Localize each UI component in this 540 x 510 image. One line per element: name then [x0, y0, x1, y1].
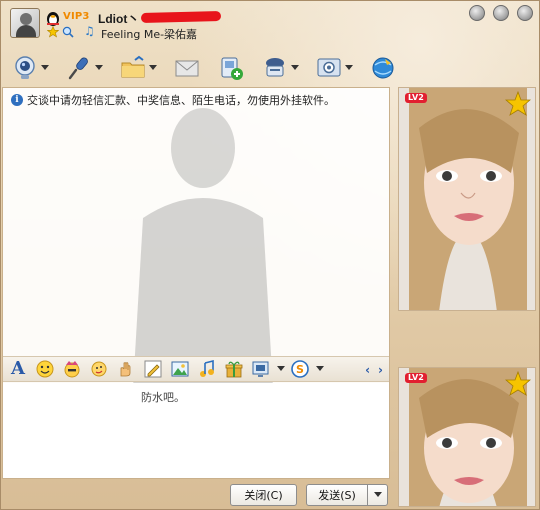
soso-search-button[interactable]: S: [289, 358, 311, 380]
folder-icon: [121, 55, 145, 78]
chat-toolbar: [9, 53, 399, 83]
chevron-down-icon: [149, 65, 157, 70]
security-notice: i 交谈中请勿轻信汇款、中奖信息、陌生电话，勿使用外挂软件。: [11, 92, 335, 108]
svg-text:S: S: [296, 363, 304, 376]
smiley-icon: [36, 360, 54, 378]
window-controls: [469, 5, 533, 21]
magic-face-icon: [64, 361, 80, 378]
sms-add-icon: [221, 57, 243, 80]
chevron-down-icon: [41, 65, 49, 70]
chevron-down-icon[interactable]: [277, 366, 285, 372]
qq-penguin-icon: [47, 12, 59, 26]
app-settings-button[interactable]: [313, 53, 355, 83]
contact-nickname: Ldiot丶: [98, 12, 140, 26]
message-input[interactable]: 防水吧。: [3, 383, 389, 478]
app-center-button[interactable]: [367, 53, 399, 83]
image-icon: [171, 361, 189, 377]
chevron-down-icon: [95, 65, 103, 70]
security-notice-text: 交谈中请勿轻信汇款、中奖信息、陌生电话，勿使用外挂软件。: [27, 94, 335, 107]
webcam-icon: [15, 56, 35, 79]
mail-button[interactable]: [171, 53, 203, 83]
contact-show-photo[interactable]: LV2: [398, 87, 536, 311]
screenshot-icon: [252, 361, 269, 377]
close-window-button[interactable]: [517, 5, 533, 21]
minimize-button[interactable]: [469, 5, 485, 21]
font-button[interactable]: A: [7, 358, 29, 380]
toolbar-scroll: ‹ ›: [365, 363, 383, 377]
gift-icon: [225, 361, 243, 378]
shake-face-icon: [91, 361, 107, 377]
level-badge: LV2: [405, 93, 427, 103]
graffiti-button[interactable]: [142, 358, 164, 380]
close-button[interactable]: 关闭(C): [230, 484, 297, 506]
chevron-down-icon: [373, 492, 382, 497]
chevron-down-icon: [345, 65, 353, 70]
own-show-photo[interactable]: LV2: [398, 367, 536, 507]
chevron-down-icon[interactable]: [316, 366, 324, 372]
remote-assist-button[interactable]: [259, 53, 301, 83]
app-settings-icon: [317, 58, 341, 77]
status-icons: [46, 25, 74, 38]
microphone-icon: [68, 57, 88, 80]
maximize-button[interactable]: [493, 5, 509, 21]
remote-assist-icon: [266, 58, 284, 77]
pencil-icon: [144, 360, 162, 378]
vip-badge: VIP3: [63, 11, 90, 22]
send-button[interactable]: 发送(S): [306, 484, 368, 506]
star-icon: [46, 25, 60, 38]
send-options-button[interactable]: [367, 484, 388, 506]
voice-button[interactable]: [63, 53, 105, 83]
magic-emoticon-button[interactable]: [61, 358, 83, 380]
message-input-text: 防水吧。: [141, 391, 185, 404]
star-badge-icon: [505, 91, 531, 116]
search-badge-icon: [62, 26, 74, 38]
hand-icon: [120, 362, 131, 377]
mail-icon: [175, 60, 199, 77]
music-button[interactable]: [196, 358, 218, 380]
contact-signature: Feeling Me-梁佑嘉: [101, 28, 198, 41]
music-note-icon: ♫: [84, 24, 95, 38]
music-icon: [200, 360, 214, 377]
globe-app-icon: [372, 57, 394, 79]
soso-icon: S: [291, 360, 309, 378]
chat-panel: i 交谈中请勿轻信汇款、中奖信息、陌生电话，勿使用外挂软件。 A S ‹ › 防…: [2, 87, 390, 479]
voice-message-button[interactable]: [115, 358, 137, 380]
font-icon: A: [11, 358, 25, 379]
webcam-button[interactable]: [9, 53, 51, 83]
redaction-mark: [140, 10, 222, 24]
gift-button[interactable]: [223, 358, 245, 380]
contact-avatar[interactable]: [10, 8, 40, 38]
shake-button[interactable]: [88, 358, 110, 380]
contact-portrait: [399, 88, 535, 310]
scroll-right-icon[interactable]: ›: [378, 363, 383, 377]
level-badge: LV2: [405, 373, 427, 383]
emoticon-button[interactable]: [34, 358, 56, 380]
send-file-button[interactable]: [117, 53, 159, 83]
chevron-down-icon: [291, 65, 299, 70]
screenshot-button[interactable]: [250, 358, 272, 380]
star-badge-icon: [505, 371, 531, 396]
info-icon: i: [11, 94, 23, 106]
sms-button[interactable]: [215, 53, 247, 83]
chat-header: VIP3 Ldiot丶 ♫ Feeling Me-梁佑嘉: [1, 1, 540, 51]
scroll-left-icon[interactable]: ‹: [365, 363, 370, 377]
input-toolbar: A S ‹ ›: [3, 356, 389, 382]
send-image-button[interactable]: [169, 358, 191, 380]
chat-window: VIP3 Ldiot丶 ♫ Feeling Me-梁佑嘉 i 交谈中请勿轻信汇款…: [0, 0, 540, 510]
